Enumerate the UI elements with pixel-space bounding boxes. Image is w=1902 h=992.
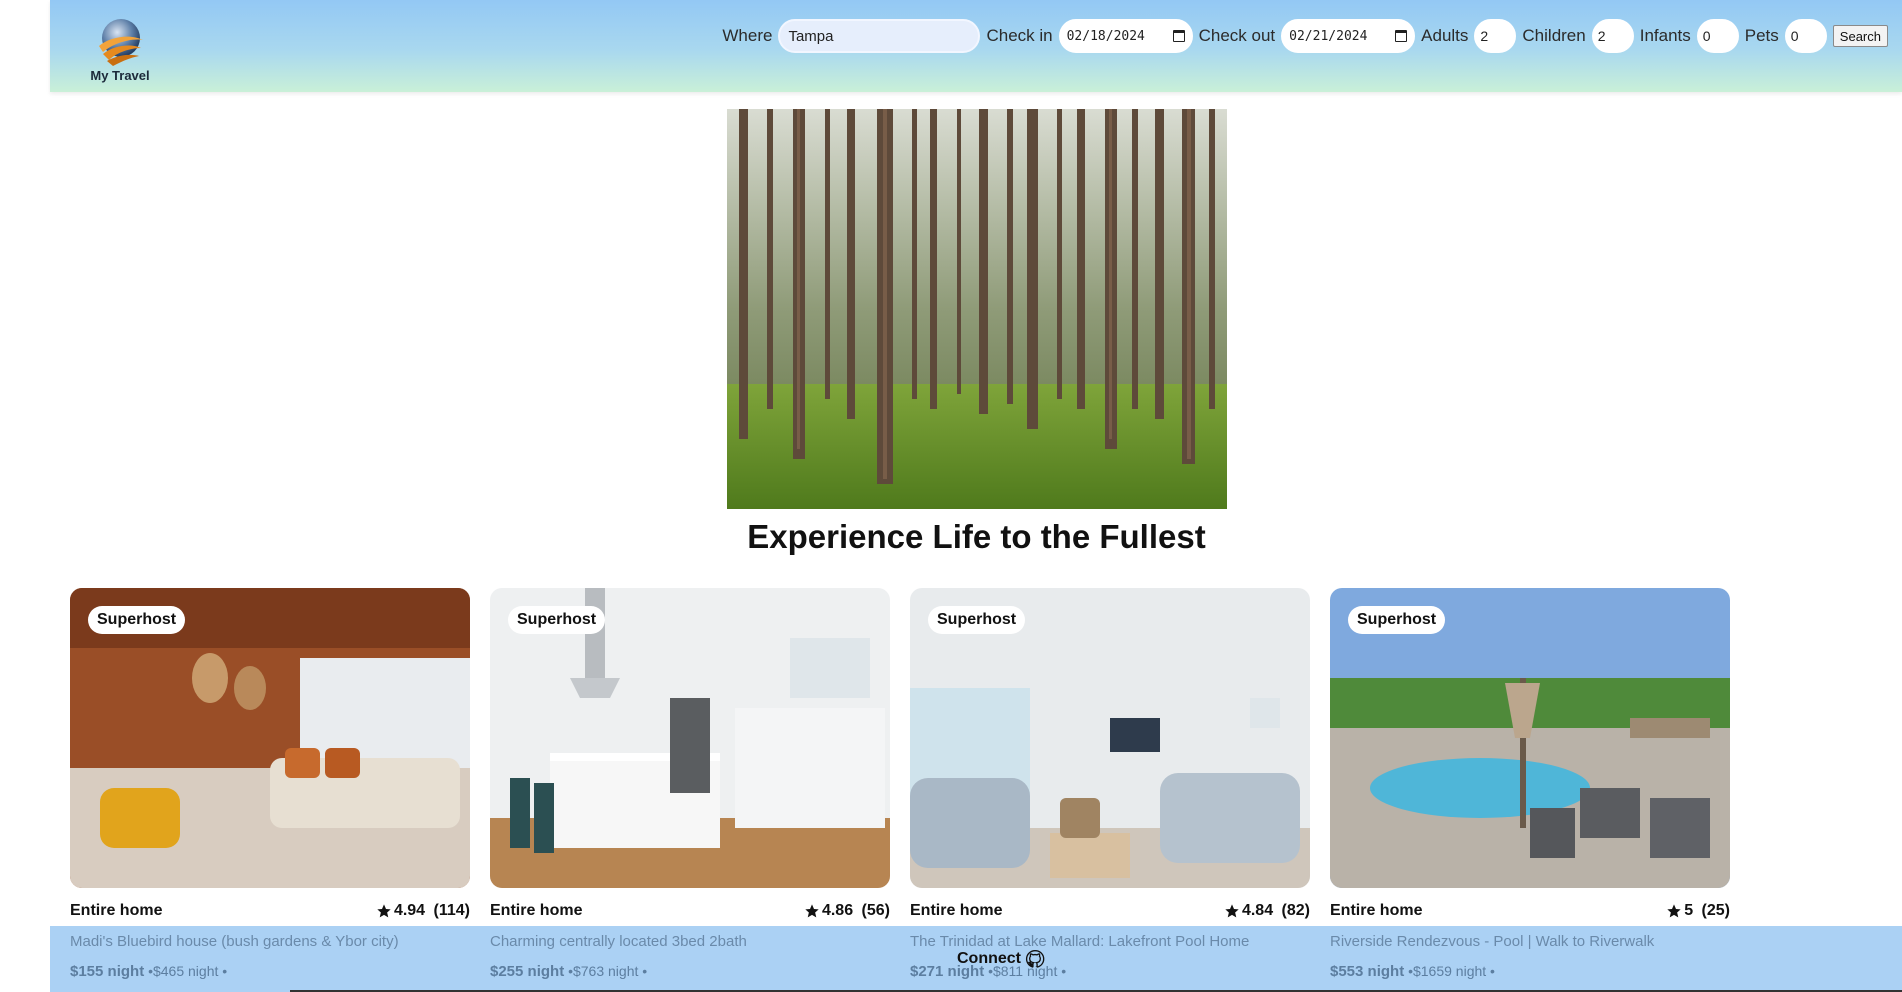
checkin-date-value: 02/18/2024 bbox=[1066, 28, 1145, 44]
listing-type: Entire home bbox=[1330, 902, 1423, 919]
listing-title[interactable]: Charming centrally located 3bed 2bath bbox=[490, 933, 890, 950]
search-button[interactable]: Search bbox=[1832, 25, 1888, 47]
price-per-night: $553 night bbox=[1330, 963, 1405, 980]
price-per-night: $255 night bbox=[490, 963, 565, 980]
brand-name: My Travel bbox=[90, 68, 150, 83]
listing-price: $255 night •$763 night • bbox=[490, 963, 890, 980]
listing-photo[interactable]: Superhost bbox=[490, 588, 890, 888]
superhost-badge: Superhost bbox=[1348, 606, 1446, 634]
superhost-badge: Superhost bbox=[928, 606, 1026, 634]
top-header: My Travel Where Check in 02/18/2024 Chec… bbox=[50, 0, 1902, 92]
pets-label: Pets bbox=[1744, 26, 1779, 45]
superhost-badge: Superhost bbox=[88, 606, 186, 634]
listing-price: $155 night •$465 night • bbox=[70, 963, 470, 980]
star-icon bbox=[805, 904, 819, 918]
children-value: 2 bbox=[1597, 28, 1606, 44]
rating-value: 4.94 bbox=[393, 902, 426, 919]
infants-label: Infants bbox=[1639, 26, 1691, 45]
listing-photo[interactable]: Superhost bbox=[70, 588, 470, 888]
adults-value: 2 bbox=[1480, 28, 1489, 44]
checkout-label: Check out bbox=[1198, 26, 1276, 45]
listing-rating: 4.94 (114) bbox=[376, 902, 470, 920]
rating-value: 4.84 bbox=[1241, 902, 1274, 919]
price-total: •$1659 night • bbox=[1408, 963, 1495, 979]
hero-image bbox=[727, 109, 1227, 509]
hero-title: Experience Life to the Fullest bbox=[747, 518, 1206, 555]
calendar-icon[interactable] bbox=[1172, 30, 1185, 42]
review-count: (82) bbox=[1281, 902, 1310, 919]
where-input[interactable] bbox=[786, 26, 971, 46]
search-bar: Where Check in 02/18/2024 Check out 02/2… bbox=[722, 19, 1888, 53]
price-total: •$465 night • bbox=[148, 963, 228, 979]
lounge-photo bbox=[910, 588, 1310, 888]
infants-value: 0 bbox=[1702, 28, 1711, 44]
connect-link[interactable]: Connect bbox=[957, 949, 1045, 969]
listing-rating: 4.84 (82) bbox=[1224, 902, 1310, 920]
checkin-label: Check in bbox=[986, 26, 1053, 45]
price-per-night: $155 night bbox=[70, 963, 145, 980]
listing-card[interactable]: Superhost Entire home 5 (25) Riverside R… bbox=[1330, 588, 1730, 980]
globe-logo-icon bbox=[99, 19, 143, 66]
price-total: •$763 night • bbox=[568, 963, 648, 979]
forest-image bbox=[727, 109, 1227, 509]
calendar-icon[interactable] bbox=[1395, 30, 1408, 42]
listing-card[interactable]: Superhost Entire home 4.94 (114) Madi's … bbox=[70, 588, 470, 980]
page: My Travel Where Check in 02/18/2024 Chec… bbox=[0, 0, 1902, 992]
living-room-photo bbox=[70, 588, 470, 888]
rating-value: 4.86 bbox=[821, 902, 854, 919]
review-count: (56) bbox=[861, 902, 890, 919]
connect-label: Connect bbox=[957, 950, 1021, 967]
adults-label: Adults bbox=[1421, 26, 1469, 45]
star-icon bbox=[377, 904, 391, 918]
github-icon[interactable] bbox=[1025, 949, 1045, 969]
listing-rating: 4.86 (56) bbox=[804, 902, 890, 920]
listing-title[interactable]: Riverside Rendezvous - Pool | Walk to Ri… bbox=[1330, 933, 1730, 950]
review-count: (114) bbox=[433, 902, 470, 919]
pets-value: 0 bbox=[1790, 28, 1799, 44]
listing-price: $553 night •$1659 night • bbox=[1330, 963, 1730, 980]
checkout-date-value: 02/21/2024 bbox=[1289, 28, 1368, 44]
listing-title[interactable]: The Trinidad at Lake Mallard: Lakefront … bbox=[910, 933, 1310, 950]
star-icon bbox=[1667, 904, 1681, 918]
listing-photo[interactable]: Superhost bbox=[1330, 588, 1730, 888]
listing-photo[interactable]: Superhost bbox=[910, 588, 1310, 888]
where-field[interactable] bbox=[778, 19, 981, 53]
listing-type: Entire home bbox=[490, 902, 583, 919]
children-field[interactable]: 2 bbox=[1591, 19, 1634, 53]
pets-field[interactable]: 0 bbox=[1784, 19, 1827, 53]
pool-patio-photo bbox=[1330, 588, 1730, 888]
checkout-date-field[interactable]: 02/21/2024 bbox=[1281, 19, 1416, 53]
infants-field[interactable]: 0 bbox=[1696, 19, 1739, 53]
star-icon bbox=[1225, 904, 1239, 918]
review-count: (25) bbox=[1701, 902, 1730, 919]
listing-type: Entire home bbox=[910, 902, 1003, 919]
superhost-badge: Superhost bbox=[508, 606, 606, 634]
listing-title[interactable]: Madi's Bluebird house (bush gardens & Yb… bbox=[70, 933, 470, 950]
rating-value: 5 bbox=[1684, 902, 1694, 919]
listing-type: Entire home bbox=[70, 902, 163, 919]
listing-rating: 5 (25) bbox=[1666, 902, 1730, 920]
where-label: Where bbox=[722, 26, 773, 45]
kitchen-photo bbox=[490, 588, 890, 888]
listing-card[interactable]: Superhost Entire home 4.86 (56) Charming… bbox=[490, 588, 890, 980]
brand-logo[interactable]: My Travel bbox=[80, 14, 160, 83]
adults-field[interactable]: 2 bbox=[1474, 19, 1517, 53]
checkin-date-field[interactable]: 02/18/2024 bbox=[1058, 19, 1193, 53]
children-label: Children bbox=[1522, 26, 1586, 45]
listing-card[interactable]: Superhost Entire home 4.84 (82) The Trin… bbox=[910, 588, 1310, 980]
